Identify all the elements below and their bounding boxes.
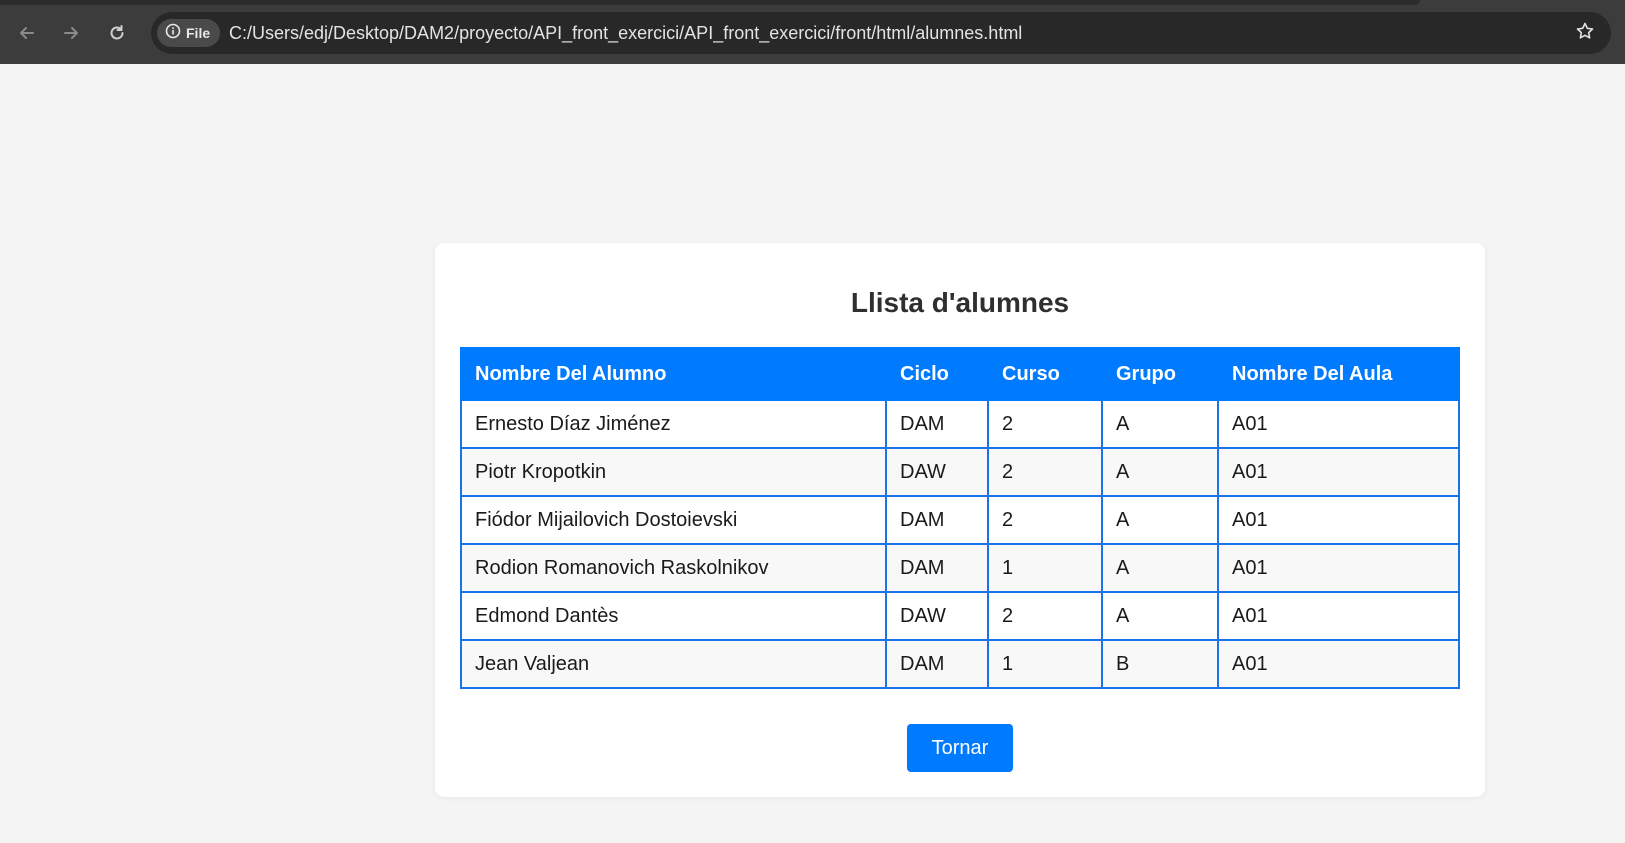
forward-button-browser[interactable] xyxy=(56,18,86,48)
cell-curso: 2 xyxy=(987,399,1103,449)
header-nombre-aula: Nombre Del Aula xyxy=(1217,347,1460,401)
students-card: Llista d'alumnes Nombre Del Alumno Ciclo… xyxy=(435,243,1485,797)
cell-grupo: B xyxy=(1101,639,1219,689)
header-ciclo: Ciclo xyxy=(885,347,989,401)
back-button-browser[interactable] xyxy=(12,18,42,48)
browser-toolbar: File C:/Users/edj/Desktop/DAM2/proyecto/… xyxy=(0,0,1625,64)
cell-grupo: A xyxy=(1101,495,1219,545)
cell-curso: 2 xyxy=(987,447,1103,497)
header-nombre-alumno: Nombre Del Alumno xyxy=(460,347,887,401)
bookmark-button[interactable] xyxy=(1573,21,1597,45)
star-icon xyxy=(1575,21,1595,46)
table-row: Rodion Romanovich Raskolnikov DAM 1 A A0… xyxy=(460,543,1460,593)
cell-grupo: A xyxy=(1101,447,1219,497)
cell-nombre-aula: A01 xyxy=(1217,543,1460,593)
table-row: Ernesto Díaz Jiménez DAM 2 A A01 xyxy=(460,399,1460,449)
reload-icon xyxy=(107,23,127,43)
cell-ciclo: DAW xyxy=(885,591,989,641)
cell-nombre-alumno: Fiódor Mijailovich Dostoievski xyxy=(460,495,887,545)
cell-grupo: A xyxy=(1101,399,1219,449)
cell-curso: 1 xyxy=(987,543,1103,593)
cell-grupo: A xyxy=(1101,591,1219,641)
reload-button[interactable] xyxy=(102,18,132,48)
cell-nombre-aula: A01 xyxy=(1217,447,1460,497)
page-title: Llista d'alumnes xyxy=(850,287,1070,318)
cell-ciclo: DAM xyxy=(885,543,989,593)
table-row: Fiódor Mijailovich Dostoievski DAM 2 A A… xyxy=(460,495,1460,545)
cell-nombre-alumno: Jean Valjean xyxy=(460,639,887,689)
cell-nombre-alumno: Piotr Kropotkin xyxy=(460,447,887,497)
cell-nombre-aula: A01 xyxy=(1217,399,1460,449)
url-text[interactable]: C:/Users/edj/Desktop/DAM2/proyecto/API_f… xyxy=(229,23,1022,44)
header-grupo: Grupo xyxy=(1101,347,1219,401)
forward-arrow-icon xyxy=(61,23,81,43)
back-arrow-icon xyxy=(17,23,37,43)
table-row: Edmond Dantès DAW 2 A A01 xyxy=(460,591,1460,641)
cell-curso: 2 xyxy=(987,591,1103,641)
cell-nombre-aula: A01 xyxy=(1217,639,1460,689)
cell-curso: 1 xyxy=(987,639,1103,689)
cell-grupo: A xyxy=(1101,543,1219,593)
cell-nombre-aula: A01 xyxy=(1217,591,1460,641)
table-header-row: Nombre Del Alumno Ciclo Curso Grupo Nomb… xyxy=(460,347,1460,401)
cell-nombre-alumno: Edmond Dantès xyxy=(460,591,887,641)
header-curso: Curso xyxy=(987,347,1103,401)
tornar-button[interactable]: Tornar xyxy=(907,724,1013,772)
address-bar[interactable]: File C:/Users/edj/Desktop/DAM2/proyecto/… xyxy=(151,12,1611,54)
cell-ciclo: DAM xyxy=(885,495,989,545)
cell-ciclo: DAM xyxy=(885,399,989,449)
info-icon xyxy=(165,23,181,44)
table-row: Jean Valjean DAM 1 B A01 xyxy=(460,639,1460,689)
cell-nombre-aula: A01 xyxy=(1217,495,1460,545)
site-chip-label: File xyxy=(186,25,211,41)
cell-ciclo: DAW xyxy=(885,447,989,497)
cell-ciclo: DAM xyxy=(885,639,989,689)
cell-curso: 2 xyxy=(987,495,1103,545)
students-table: Nombre Del Alumno Ciclo Curso Grupo Nomb… xyxy=(460,347,1460,689)
table-row: Piotr Kropotkin DAW 2 A A01 xyxy=(460,447,1460,497)
cell-nombre-alumno: Ernesto Díaz Jiménez xyxy=(460,399,887,449)
site-info-chip[interactable]: File xyxy=(157,19,221,47)
tab-strip xyxy=(0,0,1420,5)
cell-nombre-alumno: Rodion Romanovich Raskolnikov xyxy=(460,543,887,593)
